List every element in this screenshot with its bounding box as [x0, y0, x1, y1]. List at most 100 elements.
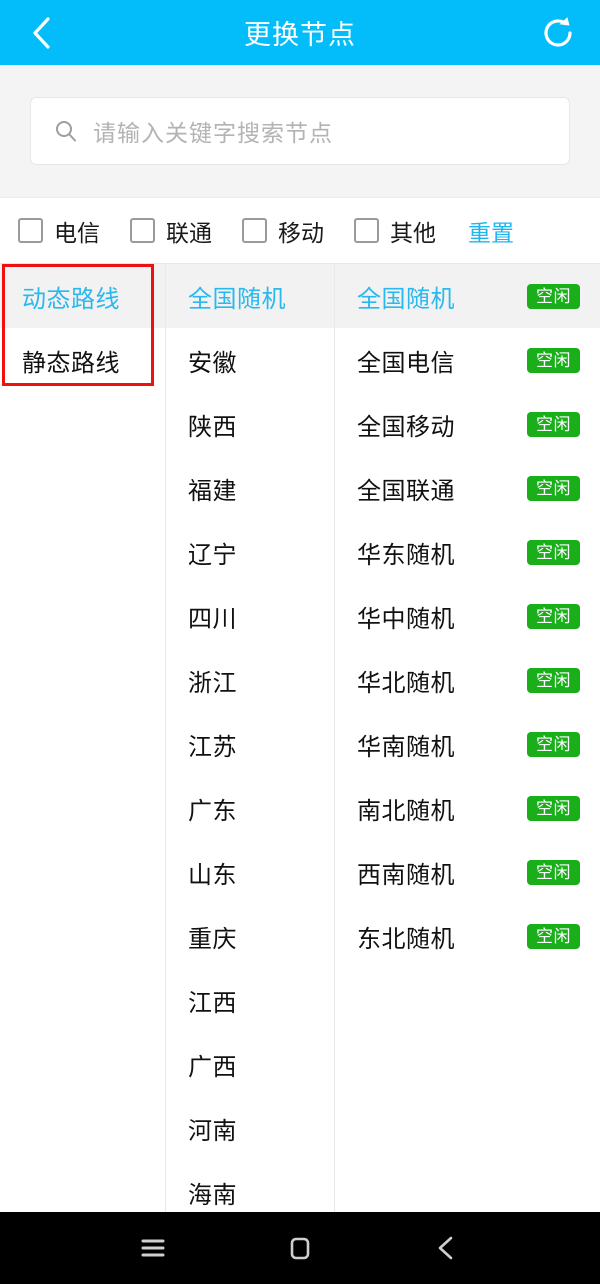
app-header: 更换节点 — [0, 0, 600, 65]
search-section: 请输入关键字搜索节点 — [0, 65, 600, 198]
region-item[interactable]: 安徽 — [166, 328, 334, 392]
node-item-label: 华北随机 — [357, 669, 455, 697]
refresh-icon — [544, 16, 572, 47]
region-item-label: 河南 — [188, 1117, 237, 1145]
node-item[interactable]: 全国联通 空闲 — [335, 456, 600, 520]
node-item[interactable]: 全国移动 空闲 — [335, 392, 600, 456]
region-item-label: 山东 — [188, 861, 237, 889]
search-icon — [53, 118, 79, 144]
node-item[interactable]: 华南随机 空闲 — [335, 712, 600, 776]
chevron-left-icon — [33, 16, 50, 49]
region-item[interactable]: 辽宁 — [166, 520, 334, 584]
home-square-icon — [290, 1237, 310, 1260]
checkbox-icon[interactable] — [242, 218, 267, 243]
region-item-label: 重庆 — [188, 925, 237, 953]
app-screen: 更换节点 请输入关键字搜索节点 电信 联通 移动 其他 重置 动态路线 静态路线… — [0, 0, 600, 1284]
node-item-label: 西南随机 — [357, 861, 455, 889]
node-item[interactable]: 东北随机 空闲 — [335, 904, 600, 968]
chevron-left-icon — [438, 1236, 452, 1260]
route-type-item-label: 动态路线 — [22, 285, 120, 313]
node-item[interactable]: 南北随机 空闲 — [335, 776, 600, 840]
menu-icon — [141, 1239, 165, 1257]
checkbox-icon[interactable] — [18, 218, 43, 243]
node-selector: 动态路线静态路线 全国随机安徽陕西福建辽宁四川浙江江苏广东山东重庆江西广西河南海… — [0, 264, 600, 1212]
search-input[interactable]: 请输入关键字搜索节点 — [30, 97, 570, 165]
status-badge: 空闲 — [527, 475, 580, 501]
filter-checkbox-unicom[interactable]: 联通 — [130, 214, 212, 248]
checkbox-icon[interactable] — [130, 218, 155, 243]
region-item[interactable]: 山东 — [166, 840, 334, 904]
filter-label: 移动 — [278, 219, 324, 246]
region-item-label: 陕西 — [188, 413, 237, 441]
region-item-label: 四川 — [188, 605, 237, 633]
region-item-label: 海南 — [188, 1181, 237, 1209]
node-item-label: 华中随机 — [357, 605, 455, 633]
refresh-button[interactable] — [538, 13, 578, 53]
filter-checkbox-telecom[interactable]: 电信 — [18, 214, 100, 248]
region-item-label: 江西 — [188, 989, 237, 1017]
filter-row: 电信 联通 移动 其他 重置 — [0, 198, 600, 264]
checkbox-icon[interactable] — [354, 218, 379, 243]
status-badge: 空闲 — [527, 731, 580, 757]
route-type-item[interactable]: 动态路线 — [0, 264, 165, 328]
status-badge: 空闲 — [527, 539, 580, 565]
region-item[interactable]: 广西 — [166, 1032, 334, 1096]
node-item[interactable]: 全国随机 空闲 — [335, 264, 600, 328]
region-item-label: 广东 — [188, 797, 237, 825]
route-type-item-label: 静态路线 — [22, 349, 120, 377]
filter-label: 电信 — [54, 219, 100, 246]
filter-checkbox-mobile[interactable]: 移动 — [242, 214, 324, 248]
node-item[interactable]: 西南随机 空闲 — [335, 840, 600, 904]
node-item-label: 全国移动 — [357, 413, 455, 441]
region-item[interactable]: 河南 — [166, 1096, 334, 1160]
region-item[interactable]: 江苏 — [166, 712, 334, 776]
reset-filters-link[interactable]: 重置 — [468, 214, 514, 248]
region-item[interactable]: 广东 — [166, 776, 334, 840]
route-type-column[interactable]: 动态路线 静态路线 — [0, 264, 166, 1212]
status-badge: 空闲 — [527, 411, 580, 437]
node-item-label: 华南随机 — [357, 733, 455, 761]
region-item[interactable]: 海南 — [166, 1160, 334, 1212]
search-placeholder: 请输入关键字搜索节点 — [93, 120, 333, 146]
recents-button[interactable] — [123, 1218, 183, 1278]
region-item-label: 全国随机 — [188, 285, 286, 313]
region-item-label: 辽宁 — [188, 541, 237, 569]
status-badge: 空闲 — [527, 795, 580, 821]
android-navigation-bar — [0, 1212, 600, 1284]
node-item-label: 东北随机 — [357, 925, 455, 953]
region-item[interactable]: 陕西 — [166, 392, 334, 456]
node-item-label: 全国联通 — [357, 477, 455, 505]
region-item[interactable]: 重庆 — [166, 904, 334, 968]
region-item[interactable]: 福建 — [166, 456, 334, 520]
route-type-item[interactable]: 静态路线 — [0, 328, 165, 392]
status-badge: 空闲 — [527, 923, 580, 949]
region-item-label: 江苏 — [188, 733, 237, 761]
home-button[interactable] — [270, 1218, 330, 1278]
node-column[interactable]: 全国随机 空闲 全国电信 空闲 全国移动 空闲 全国联通 空闲 华东随机 空闲 华中随机 空闲 华北随机… — [335, 264, 600, 1212]
region-item-label: 安徽 — [188, 349, 237, 377]
node-item-label: 华东随机 — [357, 541, 455, 569]
filter-label: 其他 — [390, 219, 436, 246]
region-item[interactable]: 江西 — [166, 968, 334, 1032]
status-badge: 空闲 — [527, 859, 580, 885]
node-item-label: 全国随机 — [357, 285, 455, 313]
region-item-label: 广西 — [188, 1053, 237, 1081]
node-item[interactable]: 华东随机 空闲 — [335, 520, 600, 584]
region-item[interactable]: 全国随机 — [166, 264, 334, 328]
region-column[interactable]: 全国随机安徽陕西福建辽宁四川浙江江苏广东山东重庆江西广西河南海南 — [166, 264, 335, 1212]
filter-label: 联通 — [166, 219, 212, 246]
filter-checkbox-other[interactable]: 其他 — [354, 214, 436, 248]
region-item[interactable]: 四川 — [166, 584, 334, 648]
region-item-label: 福建 — [188, 477, 237, 505]
status-badge: 空闲 — [527, 667, 580, 693]
region-item[interactable]: 浙江 — [166, 648, 334, 712]
system-back-button[interactable] — [417, 1218, 477, 1278]
status-badge: 空闲 — [527, 283, 580, 309]
node-item[interactable]: 全国电信 空闲 — [335, 328, 600, 392]
back-button[interactable] — [22, 13, 62, 53]
node-item[interactable]: 华中随机 空闲 — [335, 584, 600, 648]
status-badge: 空闲 — [527, 603, 580, 629]
node-item-label: 南北随机 — [357, 797, 455, 825]
region-item-label: 浙江 — [188, 669, 237, 697]
node-item[interactable]: 华北随机 空闲 — [335, 648, 600, 712]
